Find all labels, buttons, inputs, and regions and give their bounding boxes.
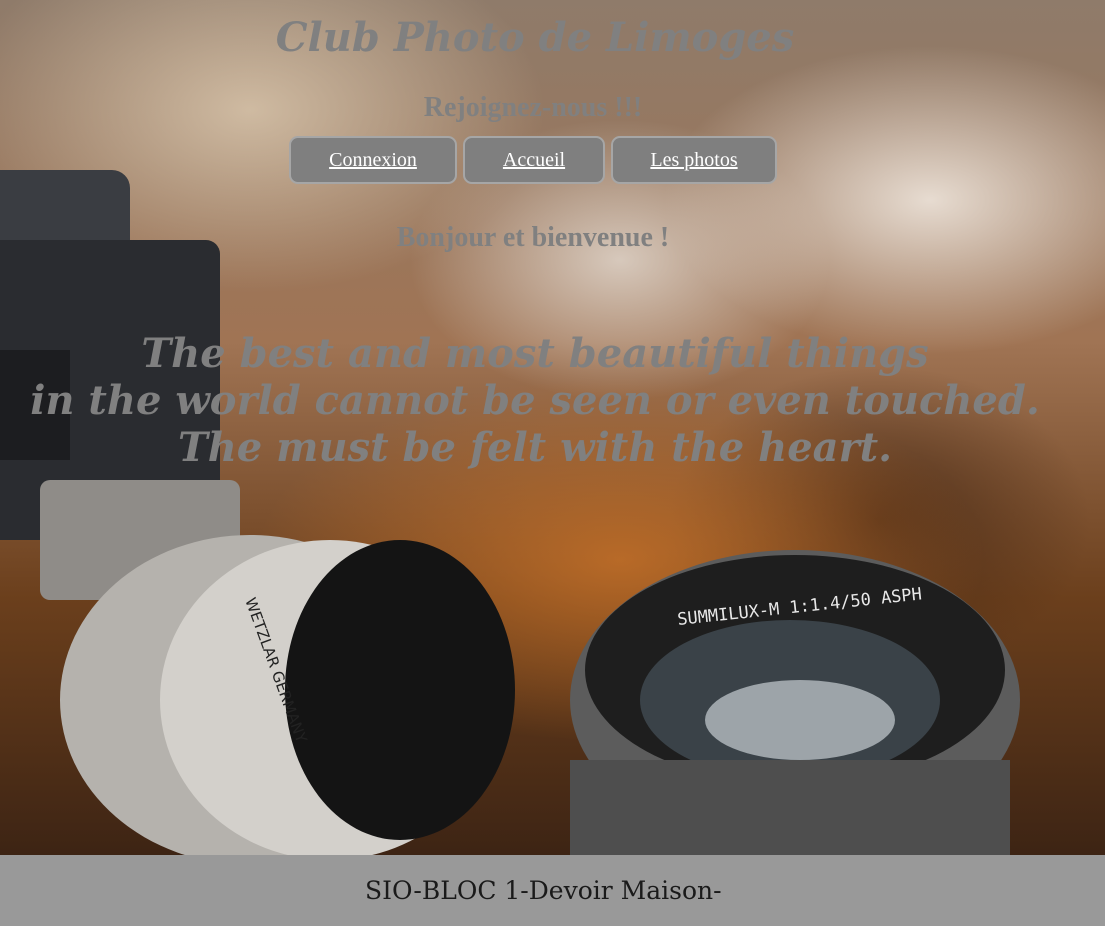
quote: The best and most beautiful things in th…	[0, 330, 1070, 471]
welcome-greeting: Bonjour et bienvenue !	[396, 222, 670, 253]
footer: SIO-BLOC 1-Devoir Maison-	[0, 855, 1105, 926]
nav-photos-button[interactable]: Les photos	[611, 136, 777, 184]
right-lens-reflection	[705, 680, 895, 760]
footer-text: SIO-BLOC 1-Devoir Maison-	[365, 876, 722, 905]
site-title: Club Photo de Limoges	[275, 14, 795, 61]
quote-line-2: in the world cannot be seen or even touc…	[30, 377, 1040, 424]
quote-line-3: The must be felt with the heart.	[177, 424, 893, 471]
join-subtitle: Rejoignez-nous !!!	[423, 92, 643, 123]
right-lens-base	[570, 760, 1010, 855]
nav-accueil-button[interactable]: Accueil	[463, 136, 605, 184]
main-nav: Connexion Accueil Les photos	[289, 136, 777, 186]
left-lens-hood	[285, 540, 515, 840]
nav-connexion-button[interactable]: Connexion	[289, 136, 457, 184]
quote-line-1: The best and most beautiful things	[141, 330, 929, 377]
